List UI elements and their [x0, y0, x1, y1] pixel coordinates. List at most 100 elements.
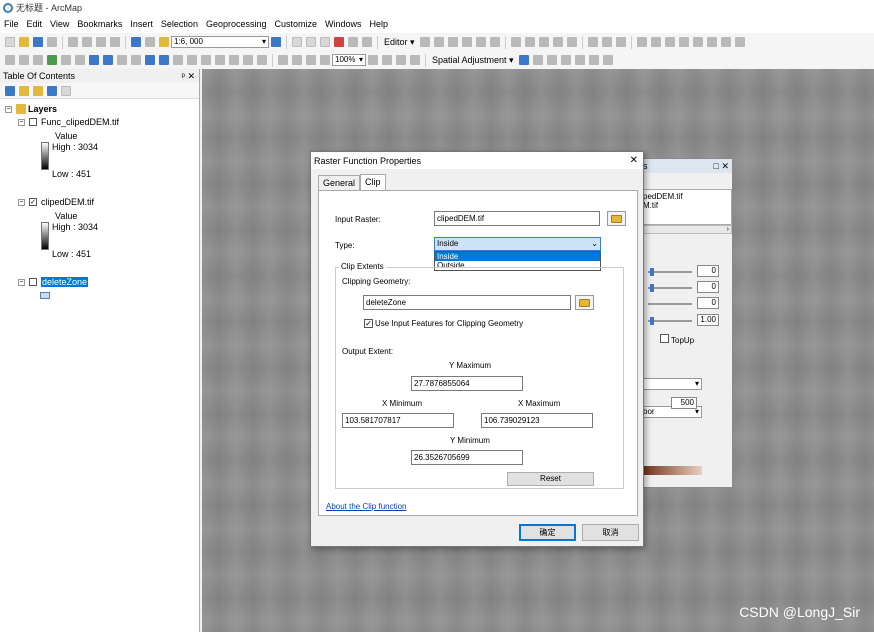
- print-icon[interactable]: [47, 37, 57, 47]
- arrow-tool-icon[interactable]: [650, 37, 661, 47]
- add-data-icon[interactable]: [159, 37, 169, 47]
- straight-segment-icon[interactable]: [447, 37, 458, 47]
- toc-close-icon[interactable]: ✕: [187, 71, 195, 81]
- back-extent-icon[interactable]: [89, 55, 99, 65]
- menu-edit[interactable]: Edit: [23, 19, 47, 29]
- type-select[interactable]: Inside ⌄: [434, 237, 601, 251]
- y-minimum-field[interactable]: 26.3526705699: [411, 450, 523, 465]
- toc-options-icon[interactable]: [61, 85, 71, 96]
- delete-icon[interactable]: [110, 37, 120, 47]
- value-field[interactable]: 0: [697, 265, 719, 277]
- menu-file[interactable]: File: [0, 19, 23, 29]
- layout-pan-icon[interactable]: [306, 55, 316, 65]
- menu-help[interactable]: Help: [366, 19, 393, 29]
- hyperlink-icon[interactable]: [187, 55, 197, 65]
- value-field[interactable]: 0: [697, 281, 719, 293]
- new-displacement-link-icon[interactable]: [532, 55, 543, 65]
- cut-polygon-icon[interactable]: [538, 37, 549, 47]
- cut-icon[interactable]: [68, 37, 78, 47]
- editor-menu[interactable]: Editor ▾: [381, 37, 418, 48]
- copy-icon[interactable]: [82, 37, 92, 47]
- dialog-close-icon[interactable]: ✕: [630, 155, 638, 166]
- toc-layer-clipeddem[interactable]: − ✓ clipedDEM.tif: [18, 197, 94, 207]
- tab-general[interactable]: General: [318, 175, 361, 190]
- layer-visibility-checkbox[interactable]: [29, 118, 37, 126]
- modify-link-icon[interactable]: [546, 55, 557, 65]
- select-arrow-icon[interactable]: [145, 55, 155, 65]
- attributes-icon[interactable]: [587, 37, 598, 47]
- menu-view[interactable]: View: [46, 19, 73, 29]
- menu-selection[interactable]: Selection: [157, 19, 202, 29]
- rectangle-icon[interactable]: [706, 37, 717, 47]
- endpoint-arc-icon[interactable]: [461, 37, 472, 47]
- full-extent-icon[interactable]: [47, 55, 57, 65]
- limited-adjustment-icon[interactable]: [588, 55, 599, 65]
- clipping-geometry-field[interactable]: deleteZone: [363, 295, 571, 310]
- fixed-zoom-in-icon[interactable]: [61, 55, 71, 65]
- horizontal-scrollbar[interactable]: ›: [640, 225, 732, 234]
- list-by-selection-icon[interactable]: [47, 85, 57, 96]
- multi-displacement-icon[interactable]: [560, 55, 571, 65]
- list-by-visibility-icon[interactable]: [33, 85, 43, 96]
- panel-combo-1[interactable]: [640, 378, 702, 390]
- model-builder-icon[interactable]: [362, 37, 372, 47]
- topup-option[interactable]: TopUp: [660, 334, 694, 345]
- trace-icon[interactable]: [475, 37, 486, 47]
- cancel-button[interactable]: 取消: [582, 524, 639, 541]
- list-item[interactable]: M.tif: [643, 201, 729, 210]
- size-field[interactable]: 500: [671, 397, 697, 409]
- create-features-icon[interactable]: [615, 37, 626, 47]
- slider-track[interactable]: [648, 271, 692, 273]
- select-elements-icon[interactable]: [636, 37, 647, 47]
- x-maximum-field[interactable]: 106.739029123: [481, 413, 593, 428]
- change-layout-icon[interactable]: [396, 55, 406, 65]
- measure-icon[interactable]: [243, 55, 253, 65]
- reset-button[interactable]: Reset: [507, 472, 594, 486]
- edit-annotation-icon[interactable]: [433, 37, 444, 47]
- menu-geoprocessing[interactable]: Geoprocessing: [202, 19, 271, 29]
- arctoolbox-icon[interactable]: [334, 37, 344, 47]
- layout-zoom-out-icon[interactable]: [292, 55, 302, 65]
- freehand-icon[interactable]: [692, 37, 703, 47]
- redo-icon[interactable]: [145, 37, 155, 47]
- collapse-icon[interactable]: −: [5, 105, 12, 113]
- identify-icon[interactable]: [159, 55, 169, 65]
- menu-windows[interactable]: Windows: [321, 19, 366, 29]
- use-input-features-checkbox[interactable]: ✓: [364, 319, 373, 328]
- curve-tool-icon[interactable]: [678, 37, 689, 47]
- goto-xy-icon[interactable]: [229, 55, 239, 65]
- map-scale-combo[interactable]: 1:6, 000: [171, 36, 269, 48]
- clear-selection-icon[interactable]: [131, 55, 141, 65]
- reshape-icon[interactable]: [524, 37, 535, 47]
- ok-button[interactable]: 确定: [519, 524, 576, 541]
- edit-tool-icon[interactable]: [419, 37, 430, 47]
- find-icon[interactable]: [201, 55, 211, 65]
- value-field[interactable]: 0: [697, 297, 719, 309]
- find-route-icon[interactable]: [215, 55, 225, 65]
- sketch-properties-icon[interactable]: [601, 37, 612, 47]
- python-window-icon[interactable]: [348, 37, 358, 47]
- undo-icon[interactable]: [131, 37, 141, 47]
- slider-track[interactable]: [648, 303, 692, 305]
- pan-icon[interactable]: [33, 55, 43, 65]
- zoom-out-icon[interactable]: [19, 55, 29, 65]
- edit-tool-arrow-icon[interactable]: [518, 55, 529, 65]
- dropdown-option-inside[interactable]: Inside: [435, 252, 600, 261]
- input-raster-field[interactable]: clipedDEM.tif: [434, 211, 600, 226]
- topup-checkbox[interactable]: [660, 334, 669, 343]
- select-features-icon[interactable]: [117, 55, 127, 65]
- menu-bookmarks[interactable]: Bookmarks: [73, 19, 126, 29]
- browse-input-raster-button[interactable]: [607, 211, 626, 226]
- catalog-window-icon[interactable]: [306, 37, 316, 47]
- layer-visibility-checkbox[interactable]: [29, 278, 37, 286]
- menu-insert[interactable]: Insert: [126, 19, 157, 29]
- toc-pin-icon[interactable]: ᵖ: [182, 71, 185, 81]
- value-field[interactable]: 1.00: [697, 314, 719, 326]
- zoom-in-icon[interactable]: [5, 55, 15, 65]
- forward-extent-icon[interactable]: [103, 55, 113, 65]
- browse-clipping-geometry-button[interactable]: [575, 295, 594, 310]
- focus-data-frame-icon[interactable]: [382, 55, 392, 65]
- table-of-contents-icon[interactable]: [292, 37, 302, 47]
- list-by-source-icon[interactable]: [19, 85, 29, 96]
- layer-visibility-checkbox[interactable]: ✓: [29, 198, 37, 206]
